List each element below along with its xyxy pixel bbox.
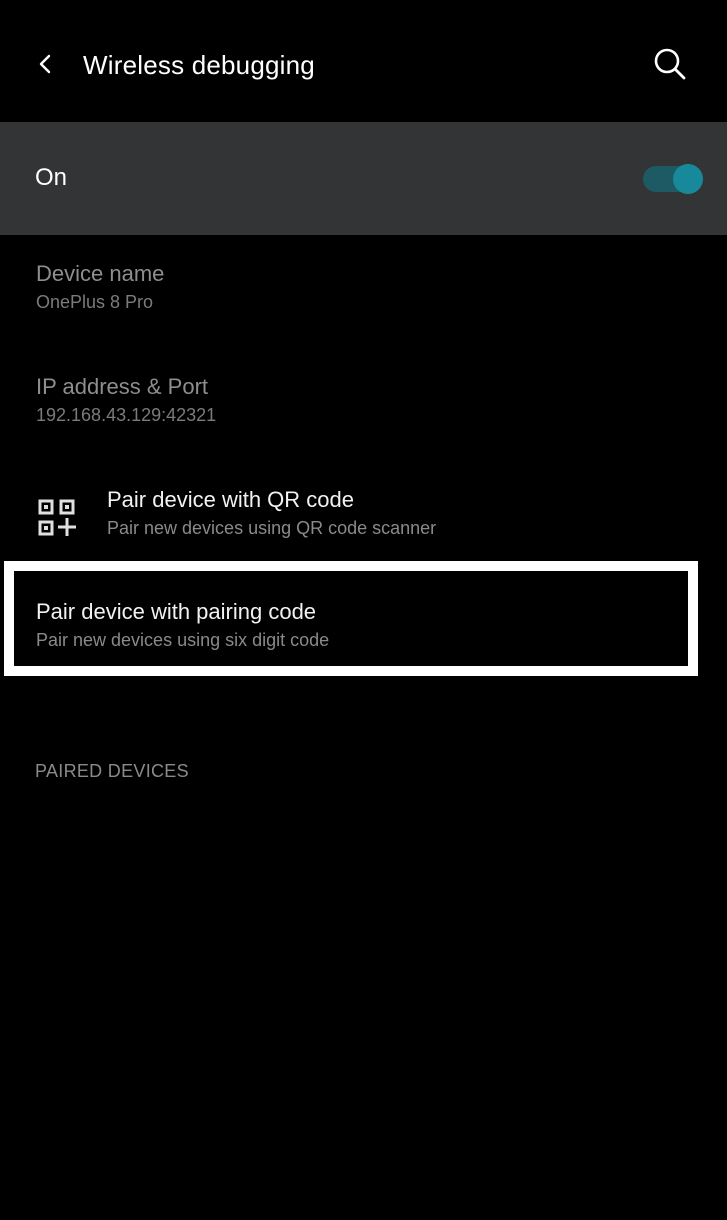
back-button[interactable] (22, 40, 70, 88)
qr-code-icon (38, 499, 76, 536)
wireless-debugging-screen: Wireless debugging On Device name OnePlu… (0, 0, 727, 1220)
pref-title: IP address & Port (36, 374, 209, 399)
wireless-debugging-toggle[interactable] (643, 164, 705, 194)
paired-devices-header: PAIRED DEVICES (35, 761, 189, 781)
pair-pairing-code-item[interactable]: Pair device with pairing code Pair new d… (4, 561, 698, 676)
device-name-item[interactable]: Device name OnePlus 8 Pro (0, 235, 727, 347)
search-icon (654, 48, 686, 80)
master-switch-label: On (35, 164, 68, 191)
pref-summary: OnePlus 8 Pro (36, 292, 154, 312)
pref-title: Device name (36, 261, 165, 286)
chevron-left-icon (39, 54, 51, 74)
master-switch-bar[interactable]: On (0, 122, 727, 235)
pref-title: Pair device with pairing code (36, 599, 317, 624)
page-title: Wireless debugging (83, 50, 315, 80)
pref-summary: Pair new devices using QR code scanner (107, 518, 437, 538)
pref-title: Pair device with QR code (107, 487, 354, 512)
pref-summary: Pair new devices using six digit code (36, 630, 330, 650)
ip-address-port-item[interactable]: IP address & Port 192.168.43.129:42321 (0, 348, 727, 460)
pref-summary: 192.168.43.129:42321 (36, 405, 217, 425)
pair-qr-code-item[interactable]: Pair device with QR code Pair new device… (0, 461, 727, 573)
toggle-thumb (673, 164, 703, 194)
search-button[interactable] (644, 38, 696, 90)
app-bar: Wireless debugging (0, 0, 727, 122)
